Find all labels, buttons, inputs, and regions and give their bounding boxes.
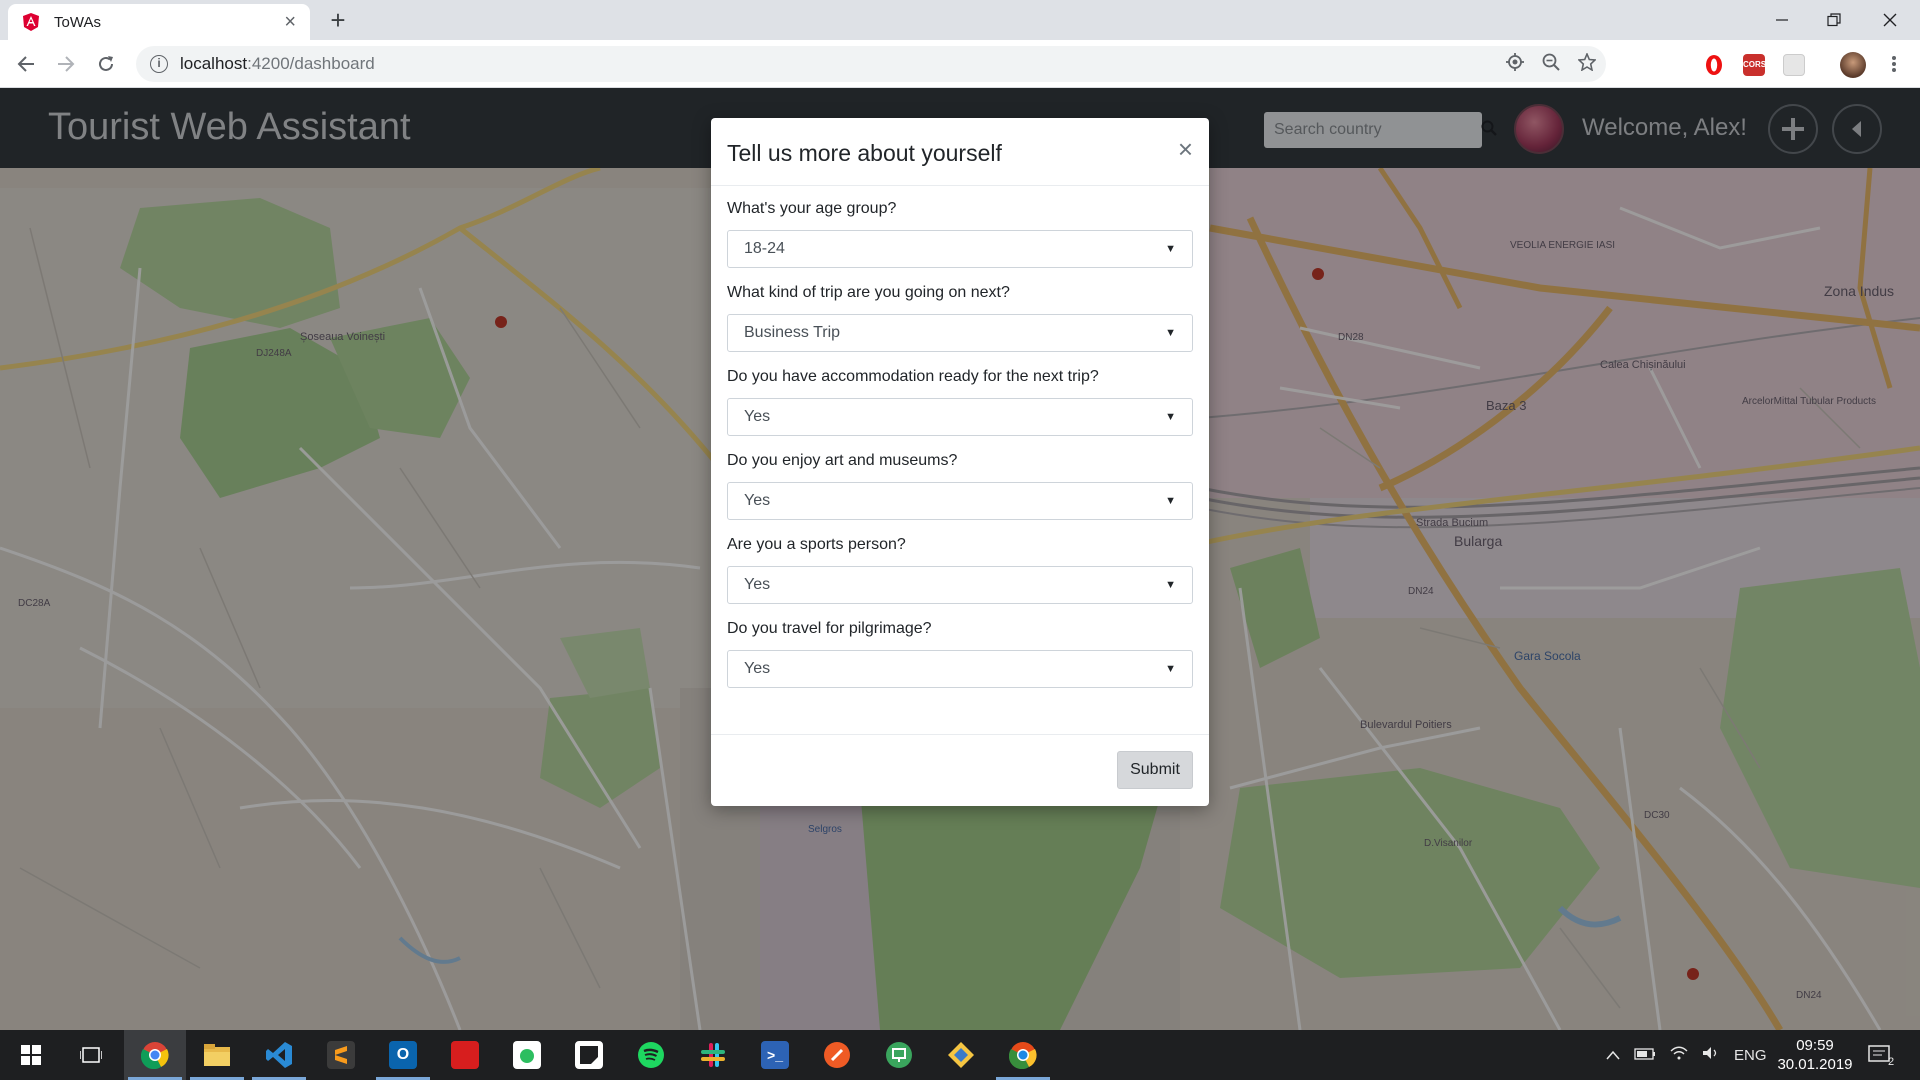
question-age-group: What's your age group? 18-24 ▼ — [727, 200, 1193, 268]
volume-icon[interactable] — [1702, 1046, 1720, 1064]
accommodation-select[interactable]: Yes ▼ — [727, 398, 1193, 436]
chevron-down-icon: ▼ — [1165, 495, 1176, 507]
pilgrimage-select[interactable]: Yes ▼ — [727, 650, 1193, 688]
art-museums-select[interactable]: Yes ▼ — [727, 482, 1193, 520]
windows-taskbar: O >_ ENG 09:59 30.01.2019 2 — [0, 1030, 1920, 1080]
remote-desktop-icon[interactable] — [868, 1030, 930, 1080]
reload-icon[interactable] — [90, 48, 122, 80]
restore-icon[interactable] — [1806, 0, 1862, 40]
bookmark-star-icon[interactable] — [1577, 51, 1597, 76]
extension-icon[interactable] — [1783, 54, 1805, 76]
close-window-icon[interactable] — [1862, 0, 1918, 40]
minimize-icon[interactable] — [1754, 0, 1810, 40]
browser-toolbar: i localhost:4200/dashboard CORS — [0, 40, 1920, 88]
question-label: What's your age group? — [727, 200, 897, 217]
opera-vpn-icon[interactable] — [1703, 54, 1725, 76]
notification-count: 2 — [1888, 1056, 1895, 1068]
red-app-icon[interactable] — [434, 1030, 496, 1080]
tab-title: ToWAs — [54, 13, 101, 31]
question-label: What kind of trip are you going on next? — [727, 284, 1010, 301]
angular-icon — [22, 13, 40, 31]
select-value: Business Trip — [744, 324, 841, 341]
chevron-down-icon: ▼ — [1165, 327, 1176, 339]
location-icon[interactable] — [1506, 52, 1524, 76]
app-viewport: Zona Indus Bularga Baza 3 Gara Socola DN… — [0, 88, 1920, 1030]
postman-icon[interactable] — [806, 1030, 868, 1080]
url-host: localhost — [180, 54, 248, 73]
age-group-select[interactable]: 18-24 ▼ — [727, 230, 1193, 268]
modal-title: Tell us more about yourself — [727, 140, 1002, 166]
action-center-icon[interactable]: 2 — [1868, 1030, 1894, 1080]
clock[interactable]: 09:59 30.01.2019 — [1770, 1036, 1860, 1074]
chevron-down-icon: ▼ — [1165, 411, 1176, 423]
question-label: Do you have accommodation ready for the … — [727, 368, 1099, 385]
profile-questionnaire-modal: Tell us more about yourself × What's you… — [711, 118, 1209, 806]
sticky-notes-icon[interactable] — [558, 1030, 620, 1080]
clock-time: 09:59 — [1796, 1037, 1834, 1054]
submit-button[interactable]: Submit — [1117, 751, 1193, 789]
forward-icon[interactable] — [50, 48, 82, 80]
clock-date: 30.01.2019 — [1777, 1056, 1853, 1073]
select-value: Yes — [744, 492, 771, 509]
site-info-icon[interactable]: i — [150, 55, 168, 73]
browser-tab-towas[interactable]: ToWAs × — [8, 4, 310, 40]
url-path: :4200/dashboard — [247, 54, 375, 73]
evernote-icon[interactable] — [496, 1030, 558, 1080]
chevron-down-icon: ▼ — [1165, 243, 1176, 255]
question-label: Are you a sports person? — [727, 536, 906, 553]
select-value: 18-24 — [744, 240, 785, 257]
wifi-icon[interactable] — [1670, 1046, 1688, 1064]
browser-tab-bar: ToWAs × + — [0, 0, 1920, 40]
chevron-down-icon: ▼ — [1165, 579, 1176, 591]
windows-start-icon[interactable] — [0, 1030, 62, 1080]
chrome-taskbar-icon[interactable] — [124, 1030, 186, 1080]
question-trip-type: What kind of trip are you going on next?… — [727, 284, 1193, 352]
language-indicator[interactable]: ENG — [1734, 1047, 1767, 1064]
profile-avatar-icon[interactable] — [1840, 52, 1866, 78]
slack-icon[interactable] — [682, 1030, 744, 1080]
question-art-museums: Do you enjoy art and museums? Yes ▼ — [727, 452, 1193, 520]
git-kraken-icon[interactable] — [930, 1030, 992, 1080]
new-tab-button[interactable]: + — [324, 6, 352, 34]
vscode-icon[interactable] — [248, 1030, 310, 1080]
cors-extension-icon[interactable]: CORS — [1743, 54, 1766, 76]
question-label: Do you travel for pilgrimage? — [727, 620, 932, 637]
modal-body: What's your age group? 18-24 ▼ What kind… — [711, 186, 1209, 688]
system-tray: ENG — [1606, 1030, 1767, 1080]
tab-close-icon[interactable]: × — [284, 12, 296, 32]
modal-header: Tell us more about yourself × — [711, 118, 1209, 186]
chrome-canary-icon[interactable] — [992, 1030, 1054, 1080]
close-icon[interactable]: × — [1178, 136, 1193, 162]
zoom-out-icon[interactable] — [1542, 53, 1560, 76]
powershell-icon[interactable]: >_ — [744, 1030, 806, 1080]
outlook-icon[interactable]: O — [372, 1030, 434, 1080]
question-pilgrimage: Do you travel for pilgrimage? Yes ▼ — [727, 620, 1193, 688]
sports-select[interactable]: Yes ▼ — [727, 566, 1193, 604]
trip-type-select[interactable]: Business Trip ▼ — [727, 314, 1193, 352]
question-accommodation: Do you have accommodation ready for the … — [727, 368, 1193, 436]
back-icon[interactable] — [10, 48, 42, 80]
address-bar[interactable]: i localhost:4200/dashboard — [136, 46, 1606, 82]
sublime-text-icon[interactable] — [310, 1030, 372, 1080]
select-value: Yes — [744, 660, 771, 677]
spotify-icon[interactable] — [620, 1030, 682, 1080]
show-hidden-icons-icon[interactable] — [1606, 1047, 1620, 1064]
select-value: Yes — [744, 408, 771, 425]
chrome-menu-icon[interactable] — [1878, 48, 1910, 80]
select-value: Yes — [744, 576, 771, 593]
chevron-down-icon: ▼ — [1165, 663, 1176, 675]
modal-footer: Submit — [711, 734, 1209, 806]
question-label: Do you enjoy art and museums? — [727, 452, 958, 469]
question-sports: Are you a sports person? Yes ▼ — [727, 536, 1193, 604]
file-explorer-icon[interactable] — [186, 1030, 248, 1080]
battery-icon[interactable] — [1634, 1047, 1656, 1064]
task-view-icon[interactable] — [60, 1030, 122, 1080]
